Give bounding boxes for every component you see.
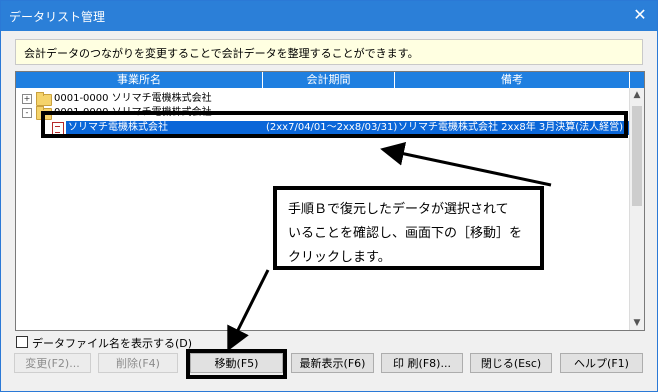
close-button[interactable]: 閉じる(Esc)	[470, 353, 552, 373]
highlight-frame-move	[186, 349, 287, 379]
callout-line: いることを確認し、画面下の［移動］を	[288, 226, 523, 241]
delete-button[interactable]: 削除(F4)	[98, 353, 178, 373]
callout-line: 手順Ｂで復元したデータが選択されて	[288, 202, 509, 217]
folder-icon	[36, 92, 52, 106]
vertical-scrollbar[interactable]: ▲ ▼	[629, 88, 644, 330]
callout-line: クリックします。	[288, 250, 391, 265]
title-bar: データリスト管理 ✕	[1, 1, 657, 31]
help-button[interactable]: ヘルプ(F1)	[560, 353, 643, 373]
scroll-down-icon[interactable]: ▼	[630, 316, 644, 330]
info-text: 会計データのつながりを変更することで会計データを整理することができます。	[24, 47, 419, 60]
collapse-icon[interactable]: -	[22, 108, 32, 118]
print-button[interactable]: 印 刷(F8)...	[381, 353, 463, 373]
scroll-thumb[interactable]	[632, 106, 642, 206]
expand-icon[interactable]: +	[22, 94, 32, 104]
refresh-button[interactable]: 最新表示(F6)	[291, 353, 374, 373]
highlight-frame-selected	[41, 111, 628, 138]
instruction-callout: 手順Ｂで復元したデータが選択されて いることを確認し、画面下の［移動］を クリッ…	[273, 186, 544, 270]
scroll-up-icon[interactable]: ▲	[630, 88, 644, 102]
show-filename-checkbox[interactable]	[16, 336, 28, 348]
info-box: 会計データのつながりを変更することで会計データを整理することができます。	[15, 39, 643, 65]
close-icon[interactable]: ✕	[631, 6, 649, 24]
change-button[interactable]: 変更(F2)...	[14, 353, 91, 373]
column-header-office[interactable]: 事業所名	[16, 72, 263, 88]
column-header-note[interactable]: 備考	[395, 72, 630, 88]
window-title: データリスト管理	[9, 10, 106, 24]
tree-item-label: 0001-0000 ソリマチ電機株式会社	[54, 93, 212, 104]
callout-text: 手順Ｂで復元したデータが選択されて いることを確認し、画面下の［移動］を クリッ…	[288, 198, 538, 270]
show-filename-label: データファイル名を表示する(D)	[32, 337, 193, 350]
list-header: 事業所名 会計期間 備考	[16, 72, 644, 88]
column-header-period[interactable]: 会計期間	[263, 72, 395, 88]
